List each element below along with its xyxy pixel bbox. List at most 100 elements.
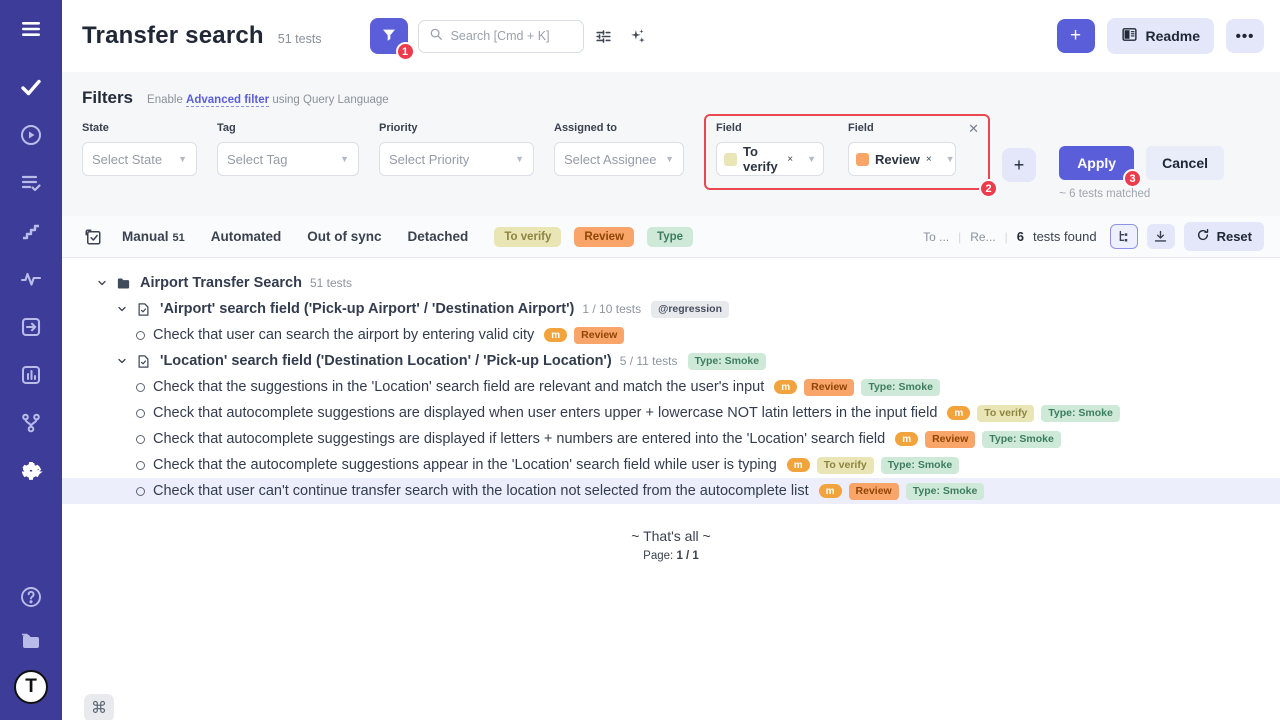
tree-row-test-selected[interactable]: Check that user can't continue transfer … <box>62 478 1280 504</box>
filter-group-field-2: Field Review × ▼ <box>848 122 956 176</box>
add-test-button[interactable]: + <box>1057 19 1095 53</box>
tree-row-test[interactable]: Check that autocomplete suggestings are … <box>62 426 1280 452</box>
smoke-badge: Type: Smoke <box>906 483 985 500</box>
filter-chip-review[interactable]: Review <box>574 227 634 247</box>
suite-meta: 5 / 11 tests <box>620 354 678 368</box>
more-options-button[interactable]: ••• <box>1226 19 1264 53</box>
help-icon[interactable] <box>16 582 46 612</box>
settings-gear-icon[interactable] <box>16 456 46 486</box>
ai-sparkles-icon[interactable] <box>624 22 652 50</box>
tests-check-icon[interactable] <box>16 72 46 102</box>
menu-icon[interactable] <box>16 14 46 44</box>
manual-badge: m <box>774 380 797 394</box>
activity-pulse-icon[interactable] <box>16 264 46 294</box>
tune-filters-icon[interactable] <box>590 22 618 50</box>
chevron-down-icon[interactable] <box>116 355 132 367</box>
test-title[interactable]: Check that user can search the airport b… <box>153 327 534 343</box>
smoke-badge: Type: Smoke <box>1041 405 1120 422</box>
test-title[interactable]: Check that autocomplete suggestings are … <box>153 431 885 447</box>
filter-chip-toverify[interactable]: To verify <box>494 227 561 247</box>
review-badge: Review <box>925 431 975 448</box>
filters-hint: Enable Advanced filter using Query Langu… <box>147 94 389 106</box>
filter-button[interactable]: 1 <box>370 18 408 54</box>
tab-detached[interactable]: Detached <box>408 229 469 244</box>
state-select[interactable]: Select State ▼ <box>82 142 197 176</box>
assignee-select[interactable]: Select Assignee ▼ <box>554 142 684 176</box>
refresh-icon <box>1196 228 1210 245</box>
field-select-toverify[interactable]: To verify × ▼ <box>716 142 824 176</box>
advanced-filter-link[interactable]: Advanced filter <box>186 94 269 107</box>
search-input[interactable] <box>451 29 573 43</box>
sidebar-nav <box>16 72 46 486</box>
found-label: tests found <box>1033 229 1097 244</box>
folder-title[interactable]: Airport Transfer Search <box>140 275 302 291</box>
cancel-button[interactable]: Cancel <box>1146 146 1224 180</box>
suite-title[interactable]: 'Location' search field ('Destination Lo… <box>160 353 612 369</box>
select-all-icon[interactable] <box>82 226 104 248</box>
import-icon[interactable] <box>16 312 46 342</box>
smoke-badge: Type: Smoke <box>861 379 940 396</box>
separator: | <box>1005 230 1008 244</box>
reset-button[interactable]: Reset <box>1184 222 1264 251</box>
tab-automated[interactable]: Automated <box>211 229 282 244</box>
filter-chip-type[interactable]: Type <box>647 227 693 247</box>
chevron-down-icon: ▼ <box>807 154 816 164</box>
branch-icon[interactable] <box>16 408 46 438</box>
truncated-filter-2: Re... <box>970 230 995 244</box>
tree-row-suite[interactable]: 'Location' search field ('Destination Lo… <box>62 348 1280 374</box>
apply-button[interactable]: Apply 3 <box>1059 146 1134 180</box>
tree-row-suite[interactable]: 'Airport' search field ('Pick-up Airport… <box>62 296 1280 322</box>
test-bullet-icon <box>136 409 145 418</box>
docs-folder-icon[interactable] <box>16 626 46 656</box>
apply-block: Apply 3 Cancel ~ 6 tests matched <box>1059 146 1224 200</box>
chevron-down-icon[interactable] <box>96 277 112 289</box>
chevron-down-icon: ▼ <box>946 154 955 164</box>
test-bullet-icon <box>136 487 145 496</box>
tree-row-test[interactable]: Check that the suggestions in the 'Locat… <box>62 374 1280 400</box>
page-title: Transfer search <box>82 22 264 50</box>
test-title[interactable]: Check that the suggestions in the 'Locat… <box>153 379 764 395</box>
toverify-badge: To verify <box>817 457 874 474</box>
search-box[interactable] <box>418 20 584 53</box>
chevron-down-icon[interactable] <box>116 303 132 315</box>
tree-row-test[interactable]: Check that user can search the airport b… <box>62 322 1280 348</box>
review-badge: Review <box>574 327 624 344</box>
test-bullet-icon <box>136 331 145 340</box>
test-plans-icon[interactable] <box>16 168 46 198</box>
remove-value-icon[interactable]: × <box>787 154 793 165</box>
page-value: 1 / 1 <box>676 550 698 562</box>
close-icon[interactable]: ✕ <box>968 122 979 135</box>
tab-out-of-sync[interactable]: Out of sync <box>307 229 381 244</box>
sidebar: T <box>0 0 62 720</box>
tests-matched-text: ~ 6 tests matched <box>1059 188 1224 200</box>
app-logo[interactable]: T <box>14 670 48 704</box>
add-filter-button[interactable]: + <box>1002 148 1036 182</box>
tree-row-folder[interactable]: Airport Transfer Search 51 tests <box>62 270 1280 296</box>
truncated-filter-1: To ... <box>923 230 949 244</box>
tab-manual[interactable]: Manual51 <box>122 229 185 244</box>
priority-select[interactable]: Select Priority ▼ <box>379 142 534 176</box>
run-play-icon[interactable] <box>16 120 46 150</box>
readme-button[interactable]: Readme <box>1107 18 1214 54</box>
suite-title[interactable]: 'Airport' search field ('Pick-up Airport… <box>160 301 574 317</box>
download-button[interactable] <box>1147 224 1175 249</box>
tree-row-test[interactable]: Check that the autocomplete suggestions … <box>62 452 1280 478</box>
remove-value-icon[interactable]: × <box>926 154 932 165</box>
suite-doc-icon <box>136 354 154 369</box>
tag-select[interactable]: Select Tag ▼ <box>217 142 359 176</box>
hint-prefix: Enable <box>147 94 183 106</box>
command-shortcut-icon[interactable]: ⌘ <box>84 694 114 720</box>
tree-view-toggle[interactable] <box>1110 224 1138 249</box>
assignee-label: Assigned to <box>554 122 684 134</box>
steps-icon[interactable] <box>16 216 46 246</box>
manual-badge: m <box>947 406 970 420</box>
test-title[interactable]: Check that the autocomplete suggestions … <box>153 457 777 473</box>
test-title[interactable]: Check that autocomplete suggestions are … <box>153 405 937 421</box>
test-title[interactable]: Check that user can't continue transfer … <box>153 483 809 499</box>
tab-bar-right: To ... | Re... | 6 tests found Reset <box>923 222 1264 251</box>
field-select-review[interactable]: Review × ▼ <box>848 142 956 176</box>
filter-group-field-1: Field To verify × ▼ <box>716 122 824 176</box>
tree-row-test[interactable]: Check that autocomplete suggestions are … <box>62 400 1280 426</box>
reports-icon[interactable] <box>16 360 46 390</box>
sidebar-bottom: T <box>14 582 48 704</box>
